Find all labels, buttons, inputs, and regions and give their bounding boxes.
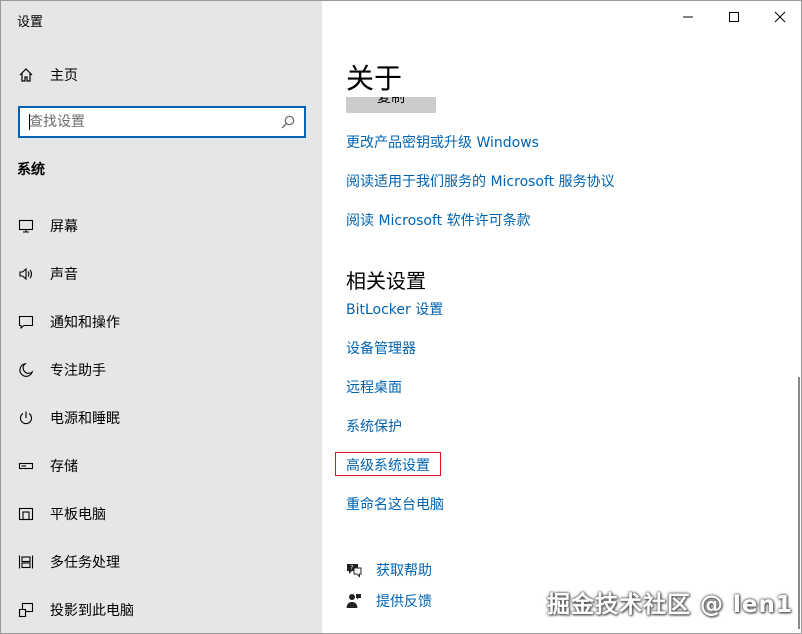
sidebar-item-power-sleep[interactable]: 电源和睡眠 xyxy=(17,403,307,433)
content-pane: 关于 复制 更改产品密钥或升级 Windows 阅读适用于我们服务的 Micro… xyxy=(322,1,801,633)
sidebar-item-multitasking[interactable]: 多任务处理 xyxy=(17,547,307,577)
feedback-icon xyxy=(344,591,364,611)
feedback-link[interactable]: 提供反馈 xyxy=(344,591,432,611)
maximize-icon xyxy=(729,12,739,22)
moon-icon xyxy=(17,361,35,379)
app-title: 设置 xyxy=(17,15,44,30)
sidebar-item-label: 存储 xyxy=(50,459,78,475)
home-icon xyxy=(17,66,35,84)
link-license-terms[interactable]: 阅读 Microsoft 软件许可条款 xyxy=(346,210,531,230)
link-services-agreement[interactable]: 阅读适用于我们服务的 Microsoft 服务协议 xyxy=(346,171,615,191)
project-icon xyxy=(17,601,35,619)
svg-text:?: ? xyxy=(350,565,353,572)
tablet-icon xyxy=(17,505,35,523)
close-button[interactable] xyxy=(757,1,801,33)
get-help-label: 获取帮助 xyxy=(376,563,432,579)
link-remote-desktop[interactable]: 远程桌面 xyxy=(346,377,402,397)
sidebar-item-storage[interactable]: 存储 xyxy=(17,451,307,481)
notification-icon xyxy=(17,313,35,331)
sidebar: 设置 主页 系统 屏幕 声音 xyxy=(1,1,322,633)
sidebar-item-label: 通知和操作 xyxy=(50,315,120,331)
minimize-icon xyxy=(683,16,693,18)
home-label: 主页 xyxy=(50,68,78,84)
sidebar-item-label: 多任务处理 xyxy=(50,555,120,571)
settings-window: 设置 主页 系统 屏幕 声音 xyxy=(0,0,802,634)
related-settings-title: 相关设置 xyxy=(346,269,426,293)
monitor-icon xyxy=(17,217,35,235)
get-help-link[interactable]: ? 获取帮助 xyxy=(344,560,432,580)
sidebar-item-label: 平板电脑 xyxy=(50,507,106,523)
minimize-button[interactable] xyxy=(665,1,711,33)
power-icon xyxy=(17,409,35,427)
sidebar-item-tablet[interactable]: 平板电脑 xyxy=(17,499,307,529)
sidebar-item-project-to-pc[interactable]: 投影到此电脑 xyxy=(17,595,307,625)
section-title-system: 系统 xyxy=(17,162,45,178)
close-icon xyxy=(774,11,786,23)
link-system-protection[interactable]: 系统保护 xyxy=(346,416,402,436)
sidebar-item-label: 专注助手 xyxy=(50,363,106,379)
sidebar-item-sound[interactable]: 声音 xyxy=(17,259,307,289)
page-title: 关于 xyxy=(346,62,403,95)
multitask-icon xyxy=(17,553,35,571)
sidebar-item-display[interactable]: 屏幕 xyxy=(17,211,307,241)
sidebar-item-label: 电源和睡眠 xyxy=(50,411,120,427)
search-icon[interactable] xyxy=(280,114,296,130)
search-input[interactable] xyxy=(20,108,270,136)
storage-icon xyxy=(17,457,35,475)
scrollbar[interactable] xyxy=(798,377,800,629)
feedback-label: 提供反馈 xyxy=(376,594,432,610)
link-bitlocker[interactable]: BitLocker 设置 xyxy=(346,299,443,319)
link-advanced-system-settings[interactable]: 高级系统设置 xyxy=(346,455,430,475)
sidebar-item-label: 屏幕 xyxy=(50,219,78,235)
speaker-icon xyxy=(17,265,35,283)
link-device-manager[interactable]: 设备管理器 xyxy=(346,338,416,358)
link-rename-pc[interactable]: 重命名这台电脑 xyxy=(346,494,444,514)
link-change-product-key[interactable]: 更改产品密钥或升级 Windows xyxy=(346,132,539,152)
search-box[interactable] xyxy=(18,106,306,138)
home-nav-item[interactable]: 主页 xyxy=(17,65,78,85)
help-chat-icon: ? xyxy=(344,560,364,580)
watermark: 掘金技术社区 @ len1 xyxy=(547,592,793,618)
maximize-button[interactable] xyxy=(711,1,757,33)
sidebar-item-label: 声音 xyxy=(50,267,78,283)
sidebar-item-label: 投影到此电脑 xyxy=(50,603,134,619)
copy-button[interactable]: 复制 xyxy=(346,97,436,113)
text-caret xyxy=(29,114,30,130)
sidebar-item-focus-assist[interactable]: 专注助手 xyxy=(17,355,307,385)
sidebar-item-notifications[interactable]: 通知和操作 xyxy=(17,307,307,337)
copy-button-label: 复制 xyxy=(377,97,405,106)
